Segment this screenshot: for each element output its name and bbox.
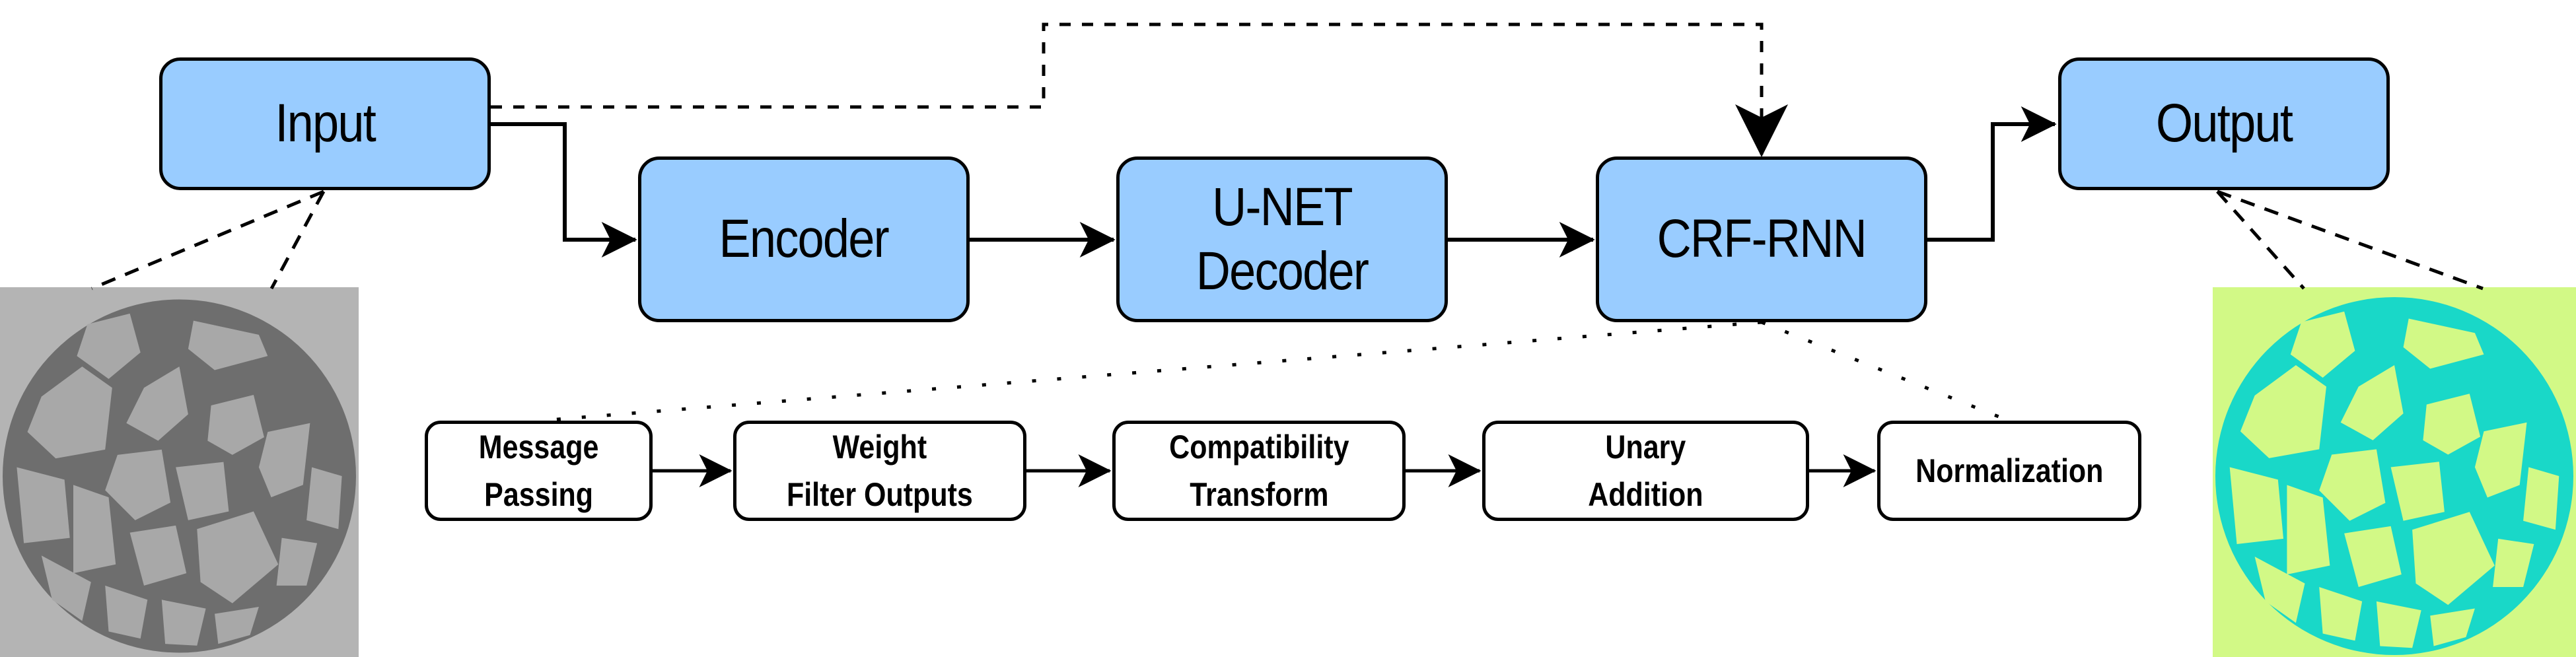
node-input[interactable]: Input bbox=[159, 57, 491, 190]
step-compatibility-transform[interactable]: Compatibility Transform bbox=[1112, 421, 1406, 521]
step-weight-filter-outputs[interactable]: Weight Filter Outputs bbox=[733, 421, 1026, 521]
step-unary-addition[interactable]: Unary Addition bbox=[1482, 421, 1809, 521]
crf-expand-line-left bbox=[540, 320, 1762, 423]
step-weight-filter-outputs-label: Weight Filter Outputs bbox=[787, 428, 973, 514]
node-encoder[interactable]: Encoder bbox=[638, 156, 970, 322]
output-callout-line-left bbox=[2216, 190, 2305, 290]
seg-image-grain bbox=[2523, 467, 2559, 530]
crf-expand-line-right bbox=[1761, 320, 2009, 423]
step-normalization[interactable]: Normalization bbox=[1877, 421, 2141, 521]
step-compatibility-transform-label: Compatibility Transform bbox=[1168, 428, 1349, 514]
ct-image-grain bbox=[306, 467, 342, 530]
output-callout-line-right bbox=[2217, 190, 2484, 291]
edge-crf-to-output bbox=[1927, 106, 2057, 242]
node-input-label: Input bbox=[275, 93, 376, 154]
node-unet-decoder-label: U-NET Decoder bbox=[1196, 176, 1369, 301]
output-segmentation-image bbox=[2213, 287, 2576, 657]
node-output[interactable]: Output bbox=[2058, 57, 2390, 190]
step-normalization-label: Normalization bbox=[1915, 452, 2104, 489]
step-message-passing-label: Message Passing bbox=[478, 428, 599, 514]
node-crf-rnn[interactable]: CRF-RNN bbox=[1596, 156, 1927, 322]
input-callout-line-left bbox=[91, 190, 324, 291]
edge-input-to-encoder bbox=[491, 122, 637, 258]
node-unet-decoder[interactable]: U-NET Decoder bbox=[1116, 156, 1448, 322]
input-ct-image bbox=[0, 287, 359, 657]
step-message-passing[interactable]: Message Passing bbox=[425, 421, 653, 521]
edge-input-to-crf-skip bbox=[491, 22, 1788, 157]
step-unary-addition-label: Unary Addition bbox=[1588, 428, 1703, 514]
node-crf-rnn-label: CRF-RNN bbox=[1657, 209, 1867, 269]
node-output-label: Output bbox=[2155, 93, 2293, 154]
input-callout-line-right bbox=[269, 190, 326, 290]
node-encoder-label: Encoder bbox=[719, 209, 890, 269]
